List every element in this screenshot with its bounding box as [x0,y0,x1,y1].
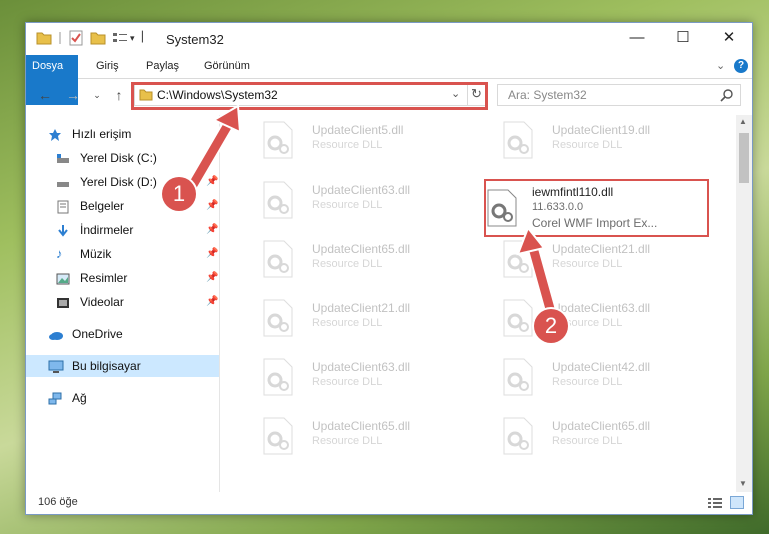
annotation-arrows [183,104,559,323]
step-badge-2: 2 [534,309,568,343]
arrow-2 [516,226,559,323]
step-badge-1: 1 [162,177,196,211]
arrow-1 [183,104,242,197]
